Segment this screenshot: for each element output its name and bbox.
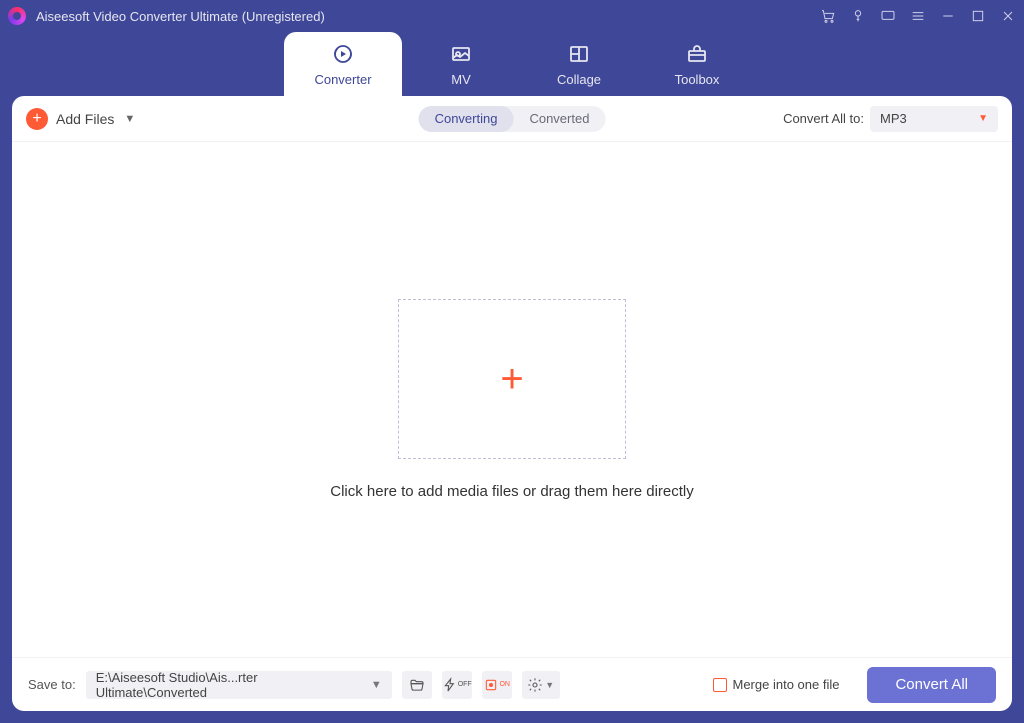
open-folder-button[interactable] xyxy=(402,671,432,699)
window-controls xyxy=(820,8,1016,24)
tab-converter[interactable]: Converter xyxy=(284,32,402,96)
format-select[interactable]: MP3 ▼ xyxy=(870,106,998,132)
chevron-down-icon: ▼ xyxy=(124,113,135,125)
tab-collage-label: Collage xyxy=(557,72,601,87)
merge-label: Merge into one file xyxy=(733,677,840,692)
checkbox-icon xyxy=(713,678,727,692)
cart-icon[interactable] xyxy=(820,8,836,24)
tab-toolbox[interactable]: Toolbox xyxy=(638,32,756,96)
content-area: + Add Files ▼ Converting Converted Conve… xyxy=(12,96,1012,711)
save-to-label: Save to: xyxy=(28,677,76,692)
save-path-select[interactable]: E:\Aiseesoft Studio\Ais...rter Ultimate\… xyxy=(86,671,392,699)
titlebar: Aiseesoft Video Converter Ultimate (Unre… xyxy=(0,0,1024,32)
bottombar: Save to: E:\Aiseesoft Studio\Ais...rter … xyxy=(12,657,1012,711)
plus-icon: + xyxy=(500,359,523,399)
app-title: Aiseesoft Video Converter Ultimate (Unre… xyxy=(36,9,820,24)
app-logo-icon xyxy=(8,7,26,25)
save-path-value: E:\Aiseesoft Studio\Ais...rter Ultimate\… xyxy=(96,670,371,700)
convert-all-button[interactable]: Convert All xyxy=(867,667,996,703)
plus-icon: + xyxy=(26,108,48,130)
feedback-icon[interactable] xyxy=(880,8,896,24)
tab-mv[interactable]: MV xyxy=(402,32,520,96)
status-segmented: Converting Converted xyxy=(419,106,606,132)
merge-checkbox[interactable]: Merge into one file xyxy=(713,677,840,692)
convert-all-to-label: Convert All to: xyxy=(783,111,864,126)
main-tabs: Converter MV Collage Toolbox xyxy=(0,32,1024,96)
dropzone-area: + Click here to add media files or drag … xyxy=(12,142,1012,657)
menu-icon[interactable] xyxy=(910,8,926,24)
toolbar: + Add Files ▼ Converting Converted Conve… xyxy=(12,96,1012,142)
minimize-icon[interactable] xyxy=(940,8,956,24)
gpu-accel-button[interactable]: ON xyxy=(482,671,512,699)
settings-button[interactable]: ▼ xyxy=(522,671,560,699)
add-files-button[interactable]: + Add Files ▼ xyxy=(26,108,135,130)
chevron-down-icon: ▼ xyxy=(978,113,988,124)
dropzone-hint: Click here to add media files or drag th… xyxy=(330,483,694,500)
chevron-down-icon: ▼ xyxy=(545,680,554,690)
add-files-label: Add Files xyxy=(56,111,114,127)
chevron-down-icon: ▼ xyxy=(371,679,382,691)
close-icon[interactable] xyxy=(1000,8,1016,24)
hardware-accel-button[interactable]: OFF xyxy=(442,671,472,699)
tab-converter-label: Converter xyxy=(314,72,371,87)
dropzone[interactable]: + xyxy=(398,299,626,459)
segment-converted[interactable]: Converted xyxy=(513,106,605,132)
convert-all-to: Convert All to: MP3 ▼ xyxy=(783,106,998,132)
segment-converting[interactable]: Converting xyxy=(419,106,514,132)
tab-toolbox-label: Toolbox xyxy=(675,72,720,87)
tab-mv-label: MV xyxy=(451,72,471,87)
key-icon[interactable] xyxy=(850,8,866,24)
tab-collage[interactable]: Collage xyxy=(520,32,638,96)
maximize-icon[interactable] xyxy=(970,8,986,24)
format-value: MP3 xyxy=(880,111,907,126)
